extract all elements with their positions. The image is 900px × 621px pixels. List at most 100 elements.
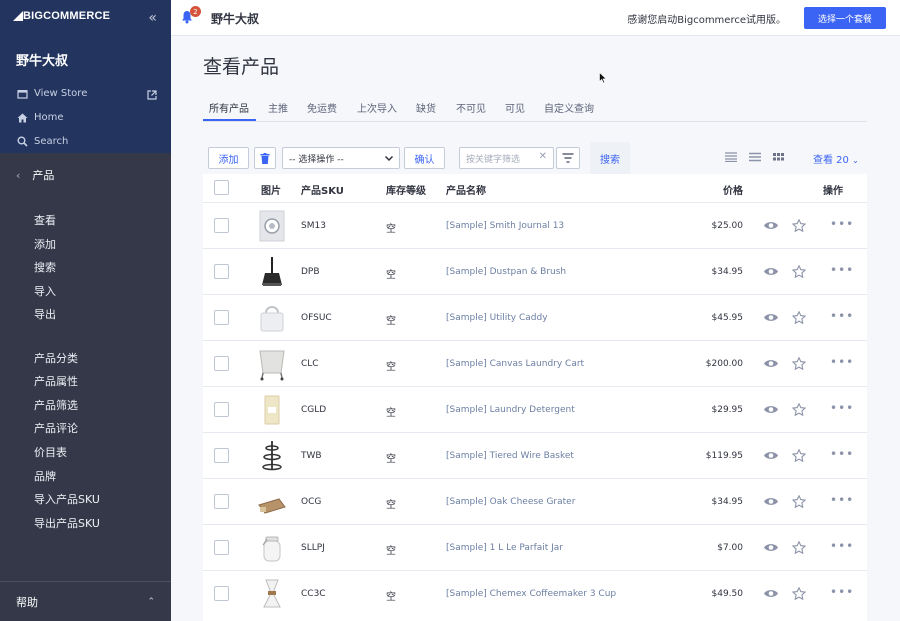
- row-checkbox[interactable]: [214, 356, 229, 371]
- sidebar-section-products[interactable]: ‹ 产品: [0, 162, 171, 188]
- star-icon[interactable]: [792, 265, 806, 278]
- row-checkbox[interactable]: [214, 402, 229, 417]
- eye-icon[interactable]: [763, 404, 779, 415]
- tab-custom-query[interactable]: 自定义查询: [544, 100, 594, 115]
- grid-view-icon[interactable]: [773, 152, 784, 162]
- product-thumbnail-caddy[interactable]: [257, 301, 287, 335]
- row-checkbox[interactable]: [214, 494, 229, 509]
- sidebar-link-search[interactable]: Search: [16, 136, 68, 147]
- more-actions-icon[interactable]: •••: [830, 309, 854, 323]
- row-checkbox[interactable]: [214, 448, 229, 463]
- list-view-icon[interactable]: [725, 152, 737, 162]
- row-product-name-link[interactable]: [Sample] Oak Cheese Grater: [446, 497, 575, 507]
- tab-free-shipping[interactable]: 免运费: [307, 100, 337, 115]
- sidebar-item-import[interactable]: 导入: [34, 283, 56, 299]
- bigcommerce-logo[interactable]: BIGCOMMERCE: [12, 10, 110, 22]
- eye-icon[interactable]: [763, 542, 779, 553]
- row-product-name-link[interactable]: [Sample] 1 L Le Parfait Jar: [446, 543, 563, 553]
- eye-icon[interactable]: [763, 496, 779, 507]
- row-product-name-link[interactable]: [Sample] Chemex Coffeemaker 3 Cup: [446, 589, 616, 599]
- star-icon[interactable]: [792, 357, 806, 370]
- confirm-button[interactable]: 确认: [404, 147, 445, 169]
- more-actions-icon[interactable]: •••: [830, 447, 854, 461]
- sidebar-item-import-sku[interactable]: 导入产品SKU: [34, 491, 100, 507]
- star-icon[interactable]: [792, 587, 806, 600]
- add-product-button[interactable]: 添加: [208, 147, 249, 169]
- row-checkbox[interactable]: [214, 218, 229, 233]
- row-checkbox[interactable]: [214, 310, 229, 325]
- search-button[interactable]: 搜索: [590, 142, 630, 174]
- delete-button[interactable]: [254, 147, 276, 169]
- eye-icon[interactable]: [763, 450, 779, 461]
- product-thumbnail-chemex[interactable]: [257, 577, 287, 611]
- row-product-name-link[interactable]: [Sample] Utility Caddy: [446, 313, 548, 323]
- sidebar-item-export[interactable]: 导出: [34, 306, 56, 322]
- filter-button[interactable]: [556, 147, 580, 169]
- eye-icon[interactable]: [763, 266, 779, 277]
- star-icon[interactable]: [792, 403, 806, 416]
- sidebar-item-search[interactable]: 搜索: [34, 259, 56, 275]
- sidebar-link-home[interactable]: Home: [16, 112, 64, 123]
- more-actions-icon[interactable]: •••: [830, 401, 854, 415]
- product-thumbnail-jar[interactable]: [257, 531, 287, 565]
- clear-icon[interactable]: ✕: [539, 151, 547, 162]
- star-icon[interactable]: [792, 495, 806, 508]
- tab-visible[interactable]: 可见: [505, 100, 525, 115]
- per-page-select[interactable]: 查看 20 ⌄: [813, 151, 859, 166]
- sidebar-link-view-store[interactable]: View Store: [16, 88, 87, 99]
- more-actions-icon[interactable]: •••: [830, 263, 854, 277]
- select-all-checkbox[interactable]: [214, 180, 229, 195]
- eye-icon[interactable]: [763, 588, 779, 599]
- eye-icon[interactable]: [763, 358, 779, 369]
- product-thumbnail-detergent[interactable]: [257, 393, 287, 427]
- sidebar-item-price-lists[interactable]: 价目表: [34, 444, 67, 460]
- row-product-name-link[interactable]: [Sample] Tiered Wire Basket: [446, 451, 574, 461]
- tab-out-of-stock[interactable]: 缺货: [416, 100, 436, 115]
- product-thumbnail-basket[interactable]: [257, 439, 287, 473]
- collapse-sidebar-icon[interactable]: «: [148, 10, 157, 26]
- row-product-name-link[interactable]: [Sample] Dustpan & Brush: [446, 267, 566, 277]
- sidebar-item-categories[interactable]: 产品分类: [34, 350, 78, 366]
- eye-icon[interactable]: [763, 220, 779, 231]
- sidebar-item-reviews[interactable]: 产品评论: [34, 420, 78, 436]
- choose-plan-button[interactable]: 选择一个套餐: [804, 7, 886, 29]
- sidebar-item-add[interactable]: 添加: [34, 236, 56, 252]
- more-actions-icon[interactable]: •••: [830, 493, 854, 507]
- product-thumbnail-grater[interactable]: [257, 485, 287, 519]
- sidebar-item-view[interactable]: 查看: [34, 212, 56, 228]
- star-icon[interactable]: [792, 311, 806, 324]
- header-name[interactable]: 产品名称: [446, 182, 486, 197]
- more-actions-icon[interactable]: •••: [830, 585, 854, 599]
- more-actions-icon[interactable]: •••: [830, 355, 854, 369]
- external-link-icon[interactable]: [147, 89, 157, 103]
- more-actions-icon[interactable]: •••: [830, 217, 854, 231]
- star-icon[interactable]: [792, 449, 806, 462]
- header-sku[interactable]: 产品SKU: [301, 182, 344, 197]
- row-checkbox[interactable]: [214, 264, 229, 279]
- product-thumbnail-journal[interactable]: [257, 209, 287, 243]
- tab-last-import[interactable]: 上次导入: [357, 100, 397, 115]
- star-icon[interactable]: [792, 219, 806, 232]
- star-icon[interactable]: [792, 541, 806, 554]
- keyword-filter-input[interactable]: 按关键字筛选 ✕: [459, 147, 554, 169]
- sidebar-item-options[interactable]: 产品属性: [34, 373, 78, 389]
- bulk-action-select[interactable]: -- 选择操作 --: [282, 147, 400, 169]
- sidebar-item-filters[interactable]: 产品筛选: [34, 397, 78, 413]
- product-thumbnail-cart[interactable]: [257, 347, 287, 381]
- eye-icon[interactable]: [763, 312, 779, 323]
- tab-featured[interactable]: 主推: [268, 100, 288, 115]
- compact-view-icon[interactable]: [749, 152, 761, 162]
- row-checkbox[interactable]: [214, 540, 229, 555]
- product-thumbnail-dustpan[interactable]: [257, 255, 287, 289]
- row-product-name-link[interactable]: [Sample] Canvas Laundry Cart: [446, 359, 584, 369]
- sidebar-item-export-sku[interactable]: 导出产品SKU: [34, 515, 100, 531]
- tab-all-products[interactable]: 所有产品: [209, 100, 249, 115]
- tab-not-visible[interactable]: 不可见: [456, 100, 486, 115]
- sidebar-item-brands[interactable]: 品牌: [34, 468, 56, 484]
- sidebar-help[interactable]: 帮助 ⌃: [0, 581, 171, 621]
- header-price[interactable]: 价格: [723, 182, 743, 197]
- row-checkbox[interactable]: [214, 586, 229, 601]
- row-product-name-link[interactable]: [Sample] Laundry Detergent: [446, 405, 575, 415]
- header-stock[interactable]: 库存等级: [386, 182, 426, 197]
- row-product-name-link[interactable]: [Sample] Smith Journal 13: [446, 221, 564, 231]
